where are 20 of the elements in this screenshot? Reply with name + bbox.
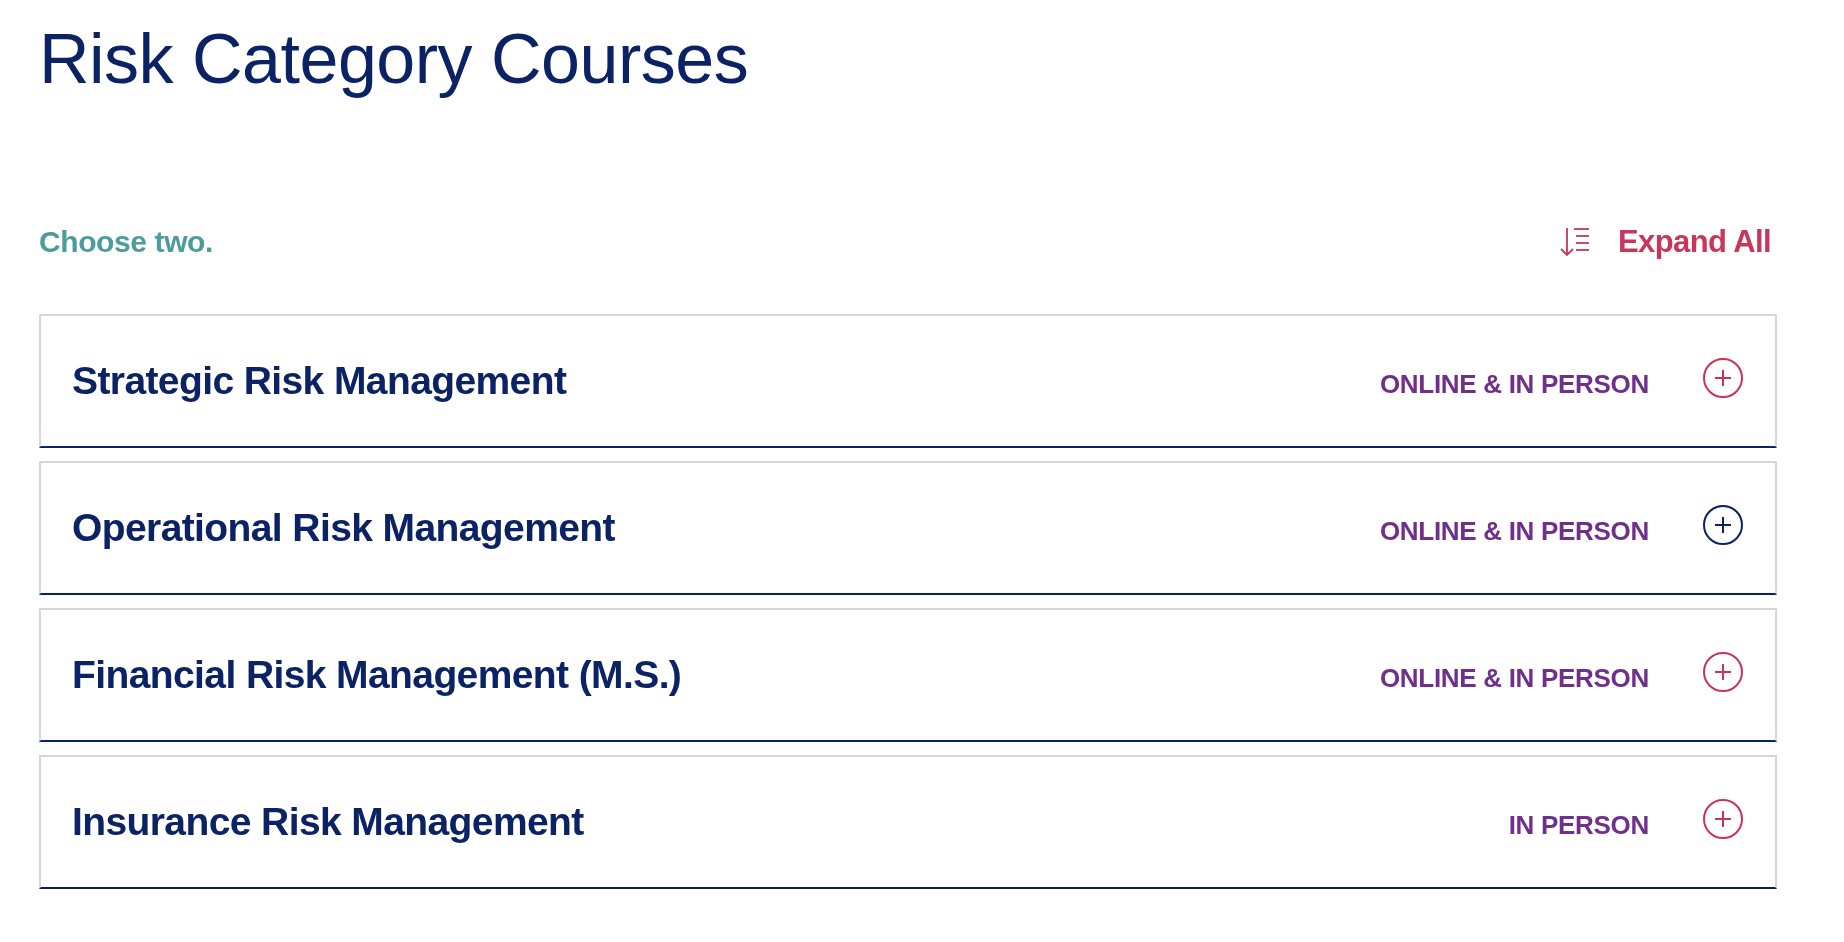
accordion-header[interactable]: Financial Risk Management (M.S.) ONLINE & IN PERSON <box>39 608 1777 742</box>
accordion-header[interactable]: Strategic Risk Management ONLINE & IN PERSON <box>39 314 1777 448</box>
course-title: Strategic Risk Management <box>72 359 567 403</box>
instruction-text: Choose two. <box>39 225 213 259</box>
plus-circle-icon <box>1703 652 1743 692</box>
delivery-format-label: ONLINE & IN PERSON <box>1379 514 1649 547</box>
plus-circle-icon <box>1703 799 1743 839</box>
plus-circle-icon <box>1703 505 1743 545</box>
plus-circle-icon <box>1703 358 1743 398</box>
accordion-header[interactable]: Operational Risk Management ONLINE & IN PERSON <box>39 461 1777 595</box>
page-title: Risk Category Courses <box>39 19 749 100</box>
expand-all-button[interactable]: Expand All <box>1559 224 1777 260</box>
delivery-format-label: ONLINE & IN PERSON <box>1379 661 1649 694</box>
course-title: Financial Risk Management (M.S.) <box>72 653 682 697</box>
delivery-format-label: ONLINE & IN PERSON <box>1379 367 1649 400</box>
delivery-format-label: IN PERSON <box>1508 808 1649 841</box>
accordion-header[interactable]: Insurance Risk Management IN PERSON <box>39 755 1777 889</box>
course-title: Operational Risk Management <box>72 506 615 550</box>
sort-list-icon <box>1559 227 1590 257</box>
course-title: Insurance Risk Management <box>72 800 584 844</box>
